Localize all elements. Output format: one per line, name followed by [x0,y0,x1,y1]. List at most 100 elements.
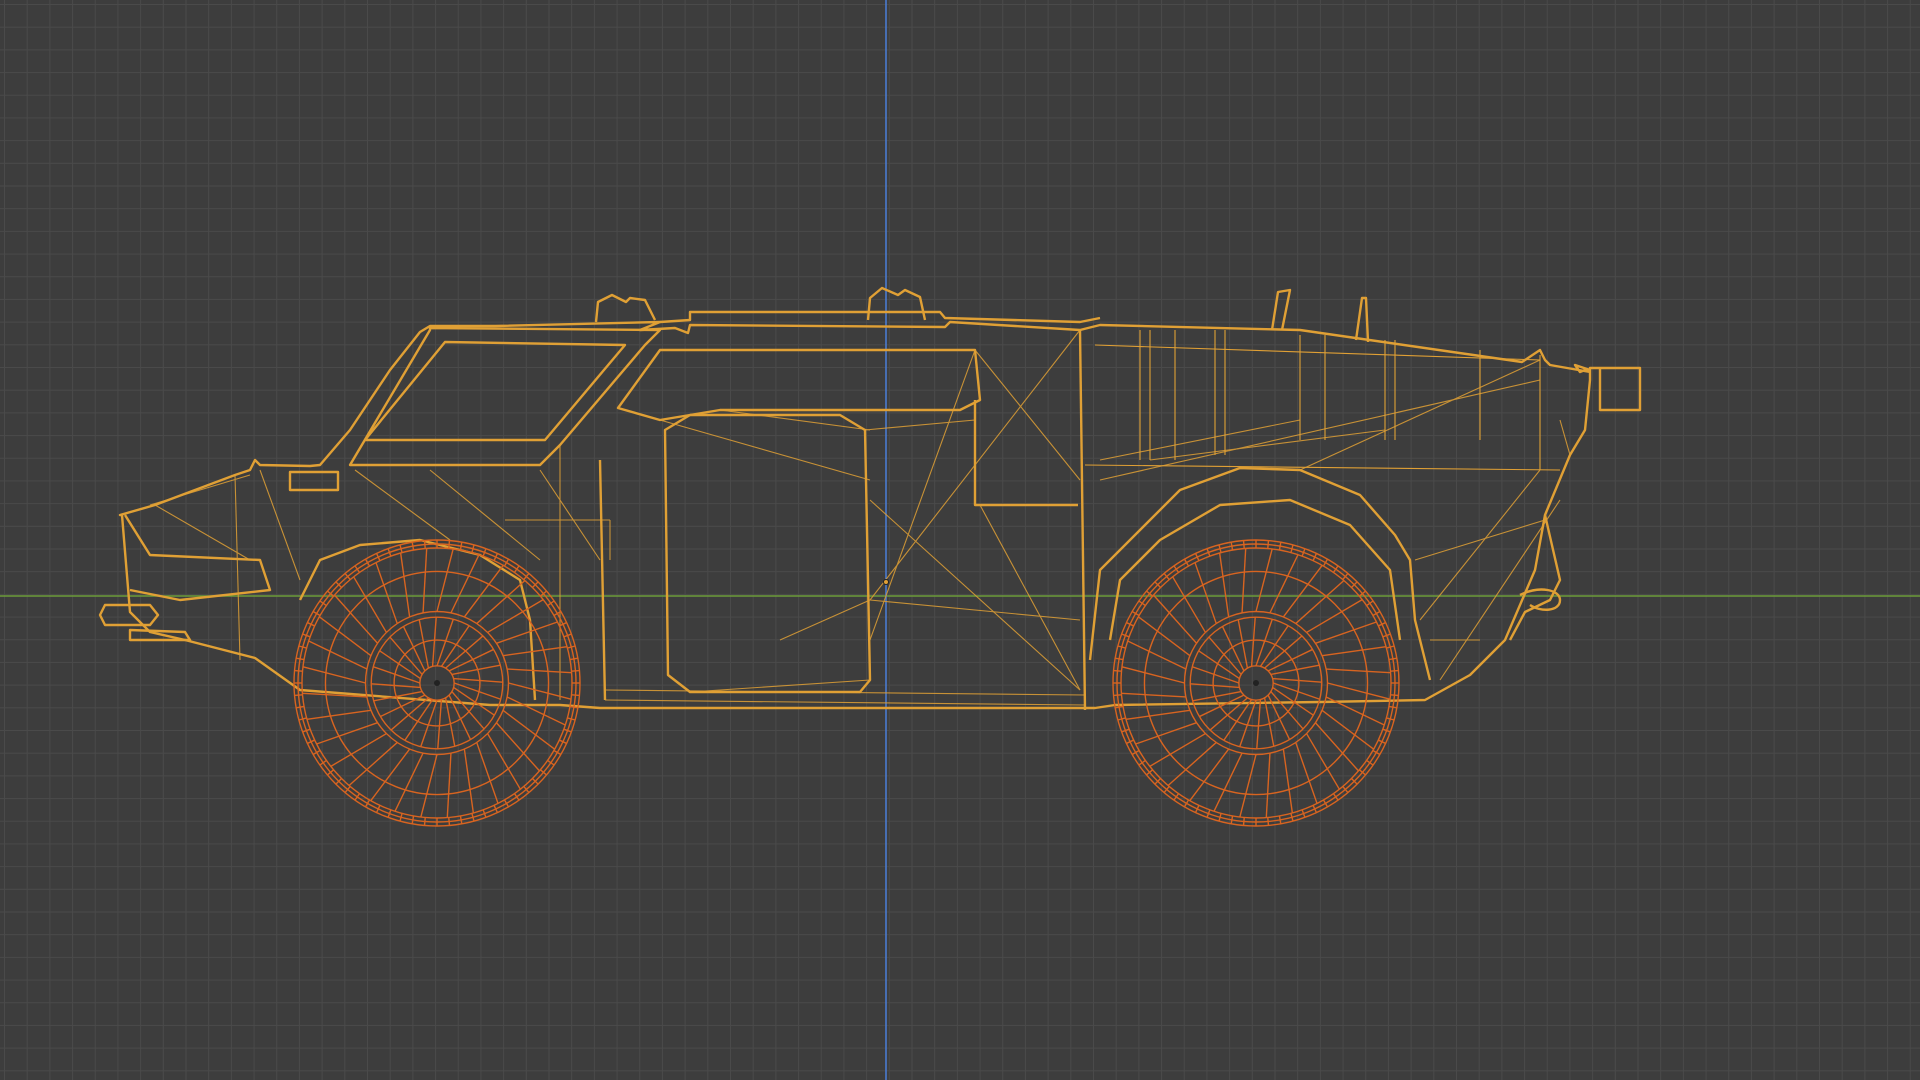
sidewall-edge [1314,722,1359,772]
sidewall-edge [1241,548,1247,613]
tread-knob [471,544,475,553]
sidewall-edge [507,668,572,674]
sidewall-edge [1295,580,1345,625]
sidewall-edge [1167,741,1217,786]
object-origin[interactable] [883,579,889,585]
tread-knob [1138,759,1146,766]
tread-knob [1115,657,1124,661]
tread-knob [1278,542,1282,551]
panel-divider-2 [973,400,1078,507]
sidewall-edge [1265,753,1271,818]
tread-knob [423,540,426,549]
wheel-front-wireframe[interactable] [293,539,581,827]
tow-hook [1519,588,1562,611]
door-outline [663,413,872,694]
sidewall-edge [446,753,452,818]
sidewall-edge [1315,621,1377,644]
hub-pivot [434,680,440,686]
sidewall-edge [1153,594,1198,644]
tread-knob [1242,540,1245,549]
hub-pivot [1253,680,1259,686]
tread-knob [411,815,415,824]
sidewall-edge [1218,552,1230,618]
tread-knob [298,645,307,649]
tread-knob [411,542,415,551]
tread-knob [547,759,555,766]
tread-knob [1138,600,1146,607]
sidewall-edge [463,748,475,814]
tread-knob [1332,793,1339,801]
tread-knob [1117,717,1126,721]
tread-knob [1113,694,1122,697]
sidewall-edge [476,580,526,625]
tread-knob [513,793,520,801]
tread-knob [1267,540,1270,549]
sidewall-edge [1194,562,1217,624]
tread-knob [1278,815,1282,824]
tread-knob [1390,669,1399,672]
sidewall-edge [1121,692,1186,698]
tread-knob [1267,817,1270,826]
sidewall-edge [399,552,411,618]
tread-knob [399,544,403,553]
sidewall-edge [1327,682,1391,700]
rim-spoke [453,677,503,683]
sidewall-edge [422,548,428,613]
tread-knob [1173,565,1180,573]
tread-knob [354,565,361,573]
front-bumper [98,603,192,642]
tread-knob [448,817,451,826]
sidewall-edge [1255,548,1273,612]
3d-viewport[interactable] [0,0,1920,1080]
rim-spoke [1250,617,1256,667]
tread-knob [298,717,307,721]
wheel-rear-wireframe[interactable] [1112,539,1400,827]
sidewall-edge [1125,709,1191,721]
sidewall-edge [508,682,572,700]
tread-knob [1366,759,1374,766]
rim-spoke [437,699,443,749]
tread-knob [1117,645,1126,649]
sidewall-edge [375,562,398,624]
tread-knob [1230,815,1234,824]
tread-knob [319,600,327,607]
tread-knob [567,717,576,721]
tread-knob [423,817,426,826]
tread-knob [567,645,576,649]
roof-rack [659,310,1101,324]
sidewall-edge [1326,668,1391,674]
tread-knob [296,705,305,709]
antenna-1 [1270,288,1292,331]
sidewall-edge [302,666,366,684]
tread-knob [1366,600,1374,607]
mesh-triangulation [149,329,1571,706]
tread-knob [1115,705,1124,709]
sidewall-edge [1135,722,1197,745]
rim-spoke [431,617,437,667]
sidewall-edge [436,548,454,612]
tread-knob [1386,717,1395,721]
tread-knob [459,815,463,824]
sidewall-edge [1121,666,1185,684]
antenna-2 [1354,296,1370,343]
sidewall-edge [334,594,379,644]
tread-knob [1113,669,1122,672]
tread-knob [459,542,463,551]
panel-divider-3 [598,459,607,701]
sidewall-edge [1239,754,1257,818]
tread-knob [471,813,475,822]
roof-light-2 [866,286,927,321]
roof-light-1 [594,293,657,323]
headlight [288,470,340,492]
rim-spoke [1190,683,1240,689]
tread-knob [1230,542,1234,551]
tread-knob [513,565,520,573]
tread-knob [1388,657,1397,661]
viewport-canvas[interactable] [0,0,1920,1080]
tread-knob [319,759,327,766]
sidewall-edge [1321,645,1387,657]
sidewall-edge [348,741,398,786]
rear-panel [1508,514,1562,641]
tread-knob [294,669,303,672]
sidewall-edge [495,722,540,772]
